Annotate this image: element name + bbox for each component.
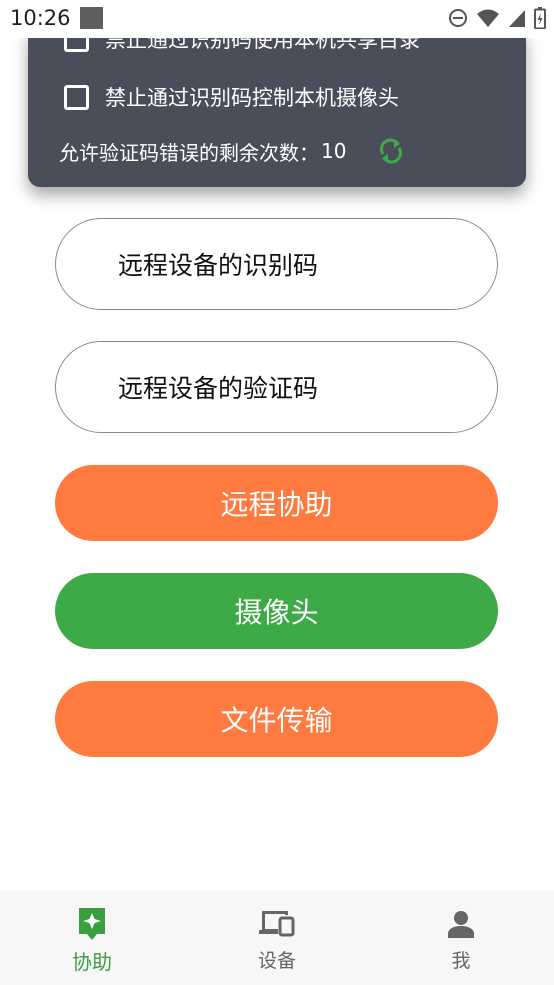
bottom-nav: 协助 设备 我 xyxy=(0,891,554,985)
camera-control-label: 禁止通过识别码控制本机摄像头 xyxy=(105,86,399,110)
battery-icon xyxy=(534,7,546,29)
permissions-card: 禁止通过识别码使用本机共享目录 禁止通过识别码控制本机摄像头 允许验证码错误的剩… xyxy=(28,30,526,187)
person-icon xyxy=(447,908,475,940)
attempts-label: 允许验证码错误的剩余次数： xyxy=(59,140,319,165)
verify-code-input[interactable]: 远程设备的验证码 xyxy=(55,341,498,433)
nav-item-me[interactable]: 我 xyxy=(401,891,521,985)
notification-icon xyxy=(80,7,103,29)
camera-button[interactable]: 摄像头 xyxy=(55,573,498,649)
nav-label-assist: 协助 xyxy=(72,950,112,974)
nav-item-devices[interactable]: 设备 xyxy=(217,891,337,985)
wifi-icon xyxy=(477,9,499,27)
status-bar: 10:26 xyxy=(0,0,554,38)
nav-label-devices: 设备 xyxy=(257,950,296,972)
do-not-disturb-icon xyxy=(449,9,467,27)
signal-icon xyxy=(509,10,525,27)
refresh-icon[interactable] xyxy=(376,136,406,166)
attempts-value: 10 xyxy=(321,139,347,163)
status-icons xyxy=(448,5,546,31)
remote-assist-button[interactable]: 远程协助 xyxy=(55,465,498,541)
assist-icon xyxy=(77,908,107,940)
status-time: 10:26 xyxy=(10,6,71,30)
attempts-row: 允许验证码错误的剩余次数： 10 xyxy=(59,136,406,166)
nav-label-me: 我 xyxy=(451,950,471,972)
nav-item-assist[interactable]: 协助 xyxy=(32,891,152,985)
devices-icon xyxy=(258,908,296,940)
verify-code-placeholder: 远程设备的验证码 xyxy=(118,374,319,403)
file-transfer-button[interactable]: 文件传输 xyxy=(55,681,498,757)
device-id-input[interactable]: 远程设备的识别码 xyxy=(55,218,498,310)
camera-control-option[interactable]: 禁止通过识别码控制本机摄像头 xyxy=(64,82,399,112)
device-id-placeholder: 远程设备的识别码 xyxy=(118,251,319,280)
camera-control-checkbox[interactable] xyxy=(64,84,89,110)
